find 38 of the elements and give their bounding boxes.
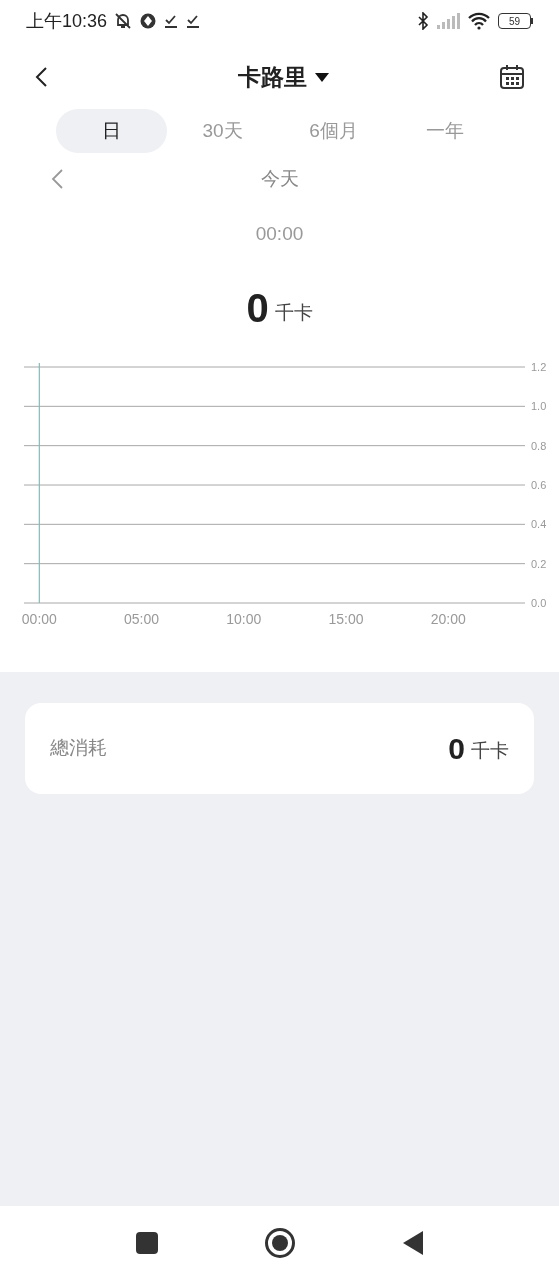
recent-apps-button[interactable] bbox=[134, 1231, 159, 1255]
x-tick-label: 15:00 bbox=[328, 611, 364, 627]
selected-time: 00:00 bbox=[255, 221, 304, 246]
period-tab[interactable]: 30天 bbox=[167, 109, 278, 153]
period-tab[interactable]: 一年 bbox=[389, 109, 500, 153]
summary-unit: 千卡 bbox=[471, 739, 509, 764]
calendar-button[interactable] bbox=[499, 64, 525, 90]
x-tick-label: 10:00 bbox=[226, 611, 262, 627]
x-tick-label: 00:00 bbox=[21, 611, 57, 627]
status-time: 上午10:36 bbox=[26, 9, 108, 33]
y-tick-label: 0.0 bbox=[531, 597, 547, 609]
date-label: 今天 bbox=[260, 166, 299, 191]
summary-value: 0 bbox=[448, 731, 465, 767]
title-dropdown[interactable]: 卡路里 bbox=[238, 59, 329, 95]
summary-label: 總消耗 bbox=[50, 736, 107, 761]
y-tick-label: 1.0 bbox=[531, 400, 547, 413]
y-tick-label: 1.2 bbox=[531, 361, 547, 373]
home-button[interactable] bbox=[263, 1227, 296, 1259]
y-tick-label: 0.6 bbox=[531, 479, 547, 491]
previous-day-button[interactable] bbox=[50, 168, 64, 190]
x-tick-label: 05:00 bbox=[124, 611, 160, 627]
period-tab[interactable]: 6個月 bbox=[278, 109, 389, 153]
battery-icon: 59 bbox=[498, 13, 531, 29]
y-tick-label: 0.4 bbox=[531, 518, 547, 531]
x-tick-label: 20:00 bbox=[430, 611, 466, 627]
calorie-value: 0 bbox=[246, 285, 269, 332]
download-done-icon bbox=[185, 13, 202, 29]
calorie-unit: 千卡 bbox=[274, 300, 313, 325]
y-tick-label: 0.2 bbox=[531, 557, 547, 570]
caret-icon bbox=[315, 72, 329, 82]
back-button[interactable] bbox=[34, 66, 48, 88]
period-tab[interactable]: 日 bbox=[56, 109, 167, 153]
y-tick-label: 0.8 bbox=[531, 439, 547, 452]
signal-icon bbox=[436, 13, 460, 29]
aperture-icon bbox=[139, 12, 158, 30]
bluetooth-icon bbox=[417, 12, 429, 30]
wifi-icon bbox=[467, 12, 491, 30]
download-done-icon bbox=[163, 13, 180, 29]
